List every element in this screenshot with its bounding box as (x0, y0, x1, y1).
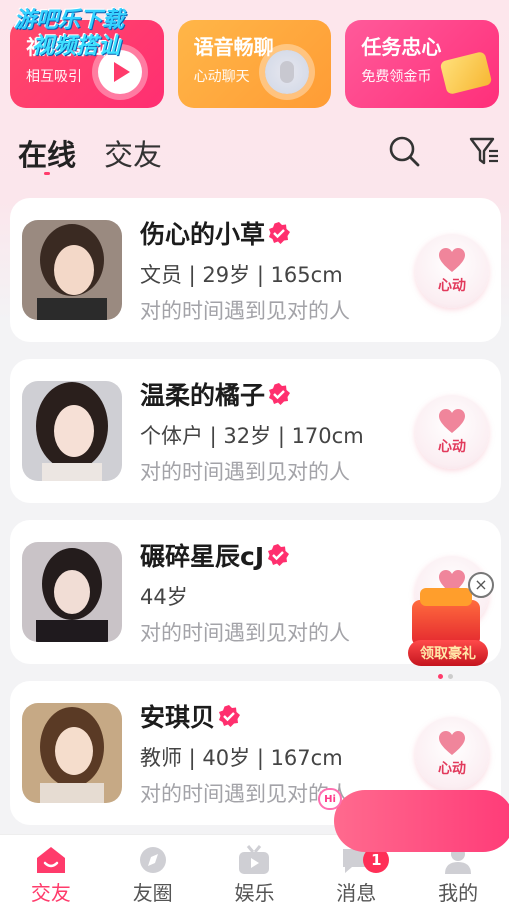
nav-item-friends[interactable]: 交友 (0, 835, 102, 909)
home-icon (36, 847, 65, 873)
microphone-icon (265, 50, 310, 94)
user-name: 碾碎星辰cJ (140, 542, 265, 571)
gift-pager-dots (438, 674, 453, 679)
tab-online[interactable]: 在线 (18, 132, 76, 174)
like-button[interactable]: 心动 (415, 234, 489, 308)
floating-gift[interactable]: 领取豪礼 × (406, 570, 494, 670)
close-icon[interactable]: × (468, 572, 494, 598)
nav-label: 我的 (438, 881, 479, 905)
hi-badge: Hi (318, 788, 342, 810)
avatar[interactable] (22, 381, 122, 481)
nav-label: 娱乐 (234, 881, 275, 905)
verified-badge-icon (219, 705, 241, 727)
banner-title: 语音畅聊 (193, 35, 274, 59)
like-label: 心动 (438, 439, 466, 455)
nav-item-moments[interactable]: 友圈 (102, 835, 204, 909)
avatar[interactable] (22, 542, 122, 642)
banner-subtitle: 心动聊天 (193, 69, 250, 85)
avatar[interactable] (22, 703, 122, 803)
heart-icon (439, 731, 465, 755)
watermark-logo: 游吧乐下载 视频搭讪 (14, 8, 124, 60)
like-button[interactable]: 心动 (415, 717, 489, 791)
task-reward-banner[interactable]: 任务忠心 免费领金币 (345, 20, 500, 108)
verified-badge-icon (269, 222, 291, 244)
like-label: 心动 (438, 761, 466, 777)
nav-label: 友圈 (132, 881, 173, 905)
banner-subtitle: 相互吸引 (26, 69, 82, 85)
gift-label[interactable]: 领取豪礼 (408, 640, 488, 666)
nav-item-entertainment[interactable]: 娱乐 (204, 835, 306, 909)
compass-icon (139, 847, 166, 873)
tab-friends[interactable]: 交友 (104, 132, 162, 174)
tv-icon (239, 845, 270, 874)
pager-dot (448, 674, 453, 679)
user-name: 伤心的小草 (140, 220, 266, 249)
heart-icon (439, 248, 465, 272)
heart-icon (439, 409, 465, 433)
nav-label: 交友 (30, 881, 71, 905)
like-button[interactable]: 心动 (415, 395, 489, 469)
nav-label: 消息 (336, 881, 377, 905)
verified-badge-icon (268, 544, 290, 566)
verified-badge-icon (269, 383, 291, 405)
avatar[interactable] (22, 220, 122, 320)
quick-match-button[interactable] (334, 790, 509, 852)
watermark-line-1: 游吧乐下载 (14, 8, 125, 33)
active-tab-indicator (44, 172, 50, 175)
main-tabs: 在线 交友 (18, 132, 162, 174)
user-name: 温柔的橘子 (140, 381, 266, 410)
user-card[interactable]: 伤心的小草 文员 | 29岁 | 165cm 对的时间遇到见对的人 心动 (10, 198, 501, 342)
filter-icon[interactable] (468, 134, 502, 168)
user-name: 安琪贝 (140, 703, 216, 732)
pager-dot-active (438, 674, 443, 679)
like-label: 心动 (438, 278, 466, 294)
user-card[interactable]: 温柔的橘子 个体户 | 32岁 | 170cm 对的时间遇到见对的人 心动 (10, 359, 501, 503)
watermark-line-2: 视频搭讪 (32, 34, 121, 59)
search-icon[interactable] (387, 134, 421, 168)
voice-chat-banner[interactable]: 语音畅聊 心动聊天 (177, 20, 332, 108)
